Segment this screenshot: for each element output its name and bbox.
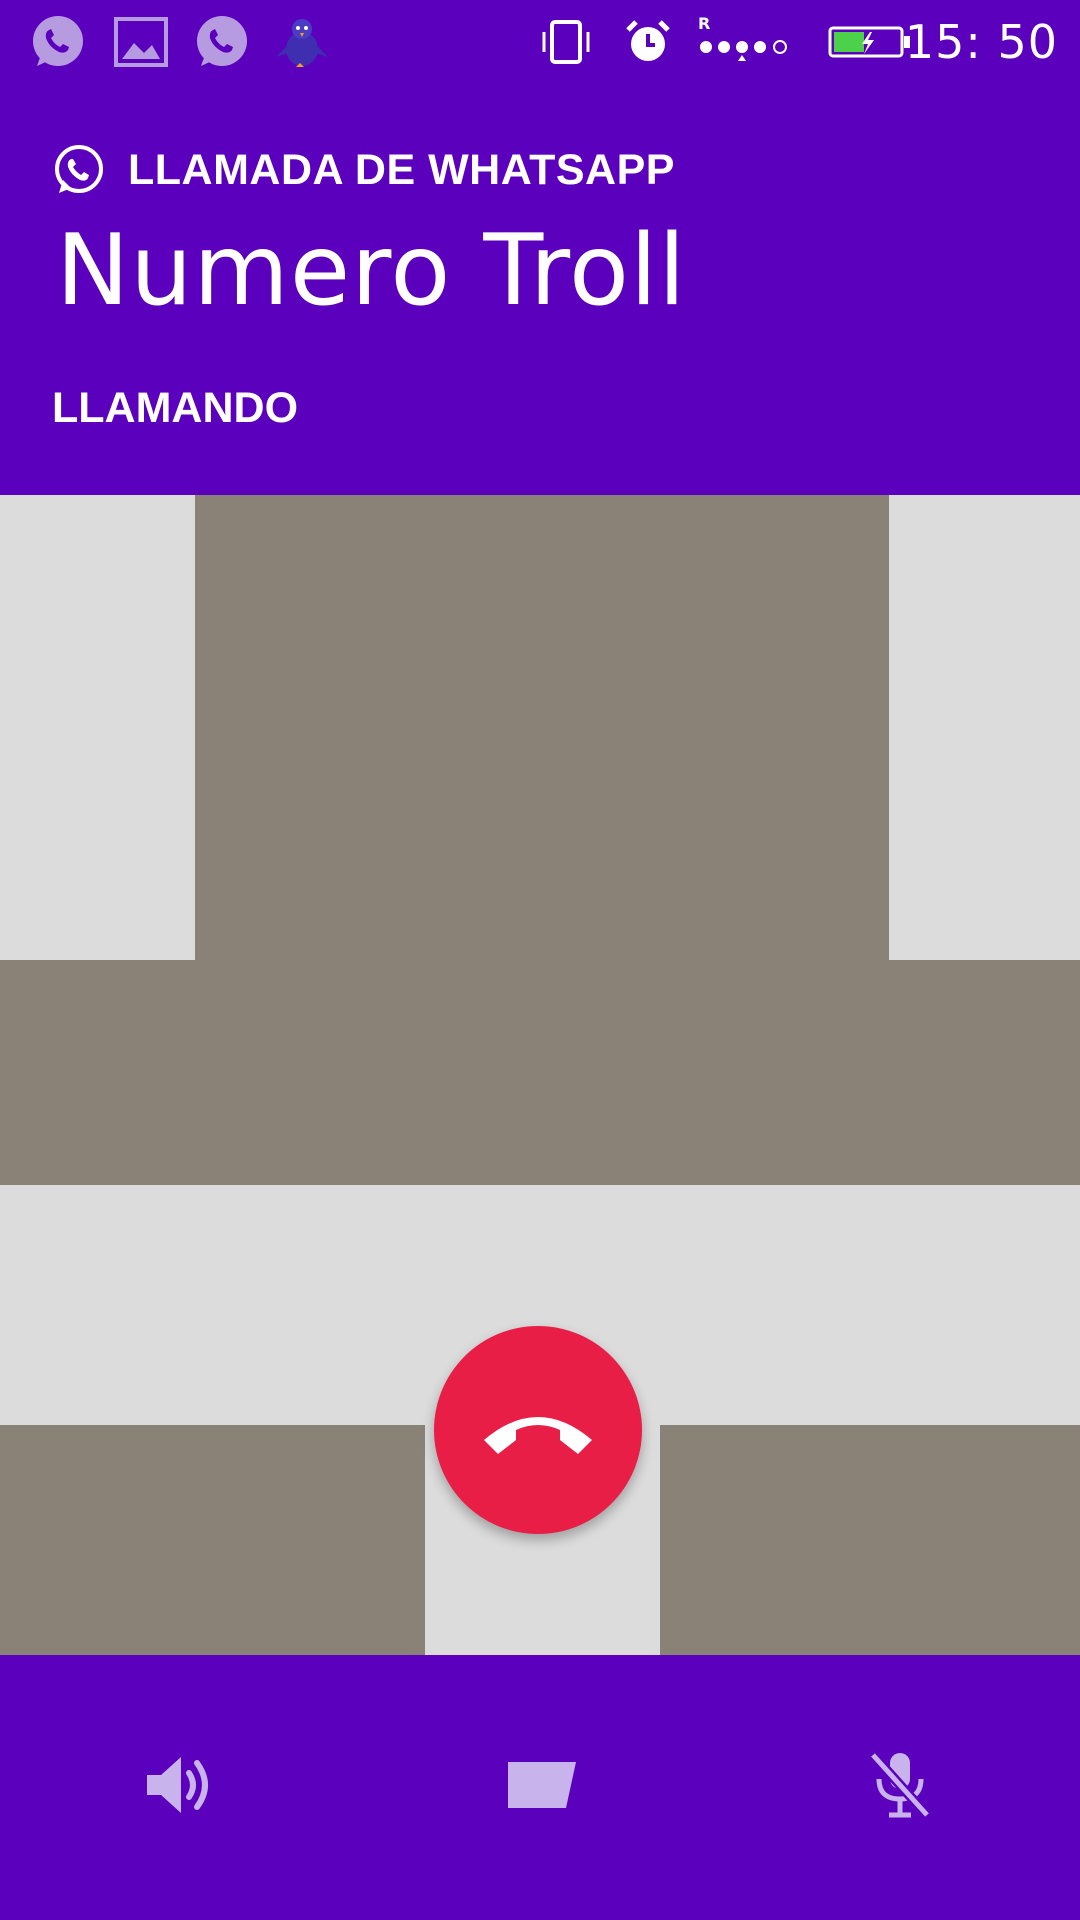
call-status: LLAMANDO: [52, 384, 299, 432]
status-time: 15: 50: [904, 15, 1058, 69]
signal-indicator: R: [698, 15, 710, 33]
alarm-icon: [622, 12, 674, 72]
photo-shape: [195, 495, 889, 960]
photo-shape: [660, 1425, 1080, 1655]
message-button[interactable]: [480, 1725, 600, 1845]
vibrate-icon: [540, 12, 592, 72]
whatsapp-icon: [28, 12, 88, 72]
call-type-row: LLAMADA DE WHATSAPP: [52, 142, 675, 198]
whatsapp-icon: [55, 145, 103, 193]
image-icon: [112, 12, 170, 72]
contact-name: Numero Troll: [56, 214, 687, 328]
mic-off-icon: [869, 1751, 931, 1819]
call-screen: R 15: 50 LLAMADA DE WHATSAPP Numero Trol…: [0, 0, 1080, 1920]
message-icon: [508, 1762, 576, 1808]
speaker-icon: [147, 1757, 208, 1813]
phone-hangup-icon: [484, 1417, 592, 1454]
end-call-button[interactable]: [434, 1326, 642, 1534]
bird-app-icon: [272, 12, 332, 72]
call-header: LLAMADA DE WHATSAPP Numero Troll LLAMAND…: [0, 84, 1080, 495]
whatsapp-icon: [192, 12, 252, 72]
signal-icon: R: [698, 12, 802, 72]
battery-charging-icon: [828, 12, 912, 72]
mute-button[interactable]: [840, 1725, 960, 1845]
speaker-button[interactable]: [118, 1725, 238, 1845]
call-type-label: LLAMADA DE WHATSAPP: [128, 145, 675, 194]
status-bar: R 15: 50: [0, 0, 1080, 84]
call-controls-bar: [0, 1655, 1080, 1920]
photo-shape: [0, 960, 1080, 1185]
photo-shape: [0, 1425, 425, 1655]
